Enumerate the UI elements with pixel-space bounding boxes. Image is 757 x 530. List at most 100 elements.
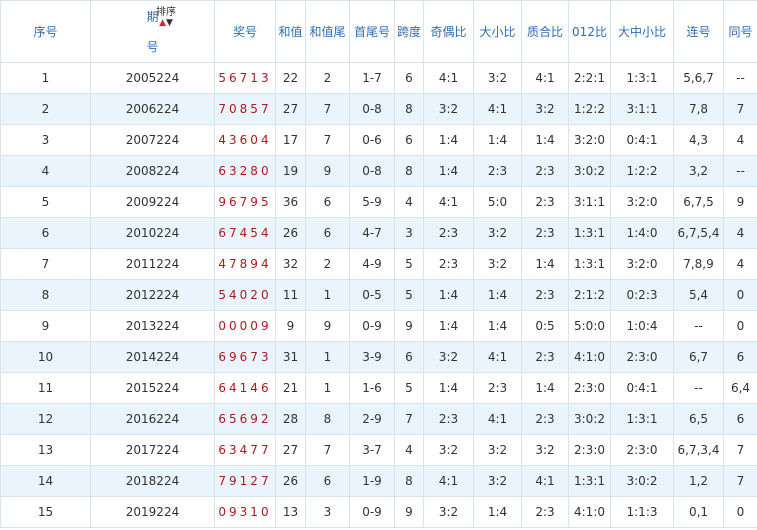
cell-sum-tail: 1 [305,372,350,404]
cell-span: 7 [394,403,424,435]
cell-award: 67454 [214,217,276,249]
cell-sum-tail: 1 [305,341,350,373]
cell-index: 10 [0,341,91,373]
cell-odd-even: 1:4 [423,372,474,404]
cell-mod012: 2:2:1 [568,62,611,94]
cell-award: 47894 [214,248,276,280]
cell-first-last: 3-7 [349,434,395,466]
cell-first-last: 5-9 [349,186,395,218]
cell-odd-even: 2:3 [423,403,474,435]
table-row: 9 2013224 00009 9 9 0-9 9 1:4 1:4 0:5 5:0:0 1:0:4 --… [0,310,757,342]
cell-mod012: 1:3:1 [568,248,611,280]
cell-mod012: 1:2:2 [568,93,611,125]
cell-big-small: 5:0 [473,186,522,218]
table-row: 14 2018224 79127 26 6 1-9 8 4:1 3:2 4:1 1:3:1 3:0:2… [0,465,757,497]
cell-same: 4 [723,248,757,280]
cell-prime-composite: 2:3 [521,186,569,218]
header-period-bottom: 号 [146,39,159,54]
header-sum: 和值 [275,0,306,63]
cell-consecutive: 6,5 [673,403,724,435]
cell-sum: 17 [275,124,306,156]
cell-big-mid-small: 0:4:1 [610,124,674,156]
cell-consecutive: 0,1 [673,496,724,528]
table-row: 7 2011224 47894 32 2 4-9 5 2:3 3:2 1:4 1:3:1 3:2:0 7… [0,248,757,280]
sort-descending-icon[interactable]: ▼ [166,18,173,28]
cell-index: 12 [0,403,91,435]
cell-period: 2012224 [90,279,215,311]
cell-first-last: 0-9 [349,496,395,528]
cell-first-last: 2-9 [349,403,395,435]
cell-award: 96795 [214,186,276,218]
cell-period: 2009224 [90,186,215,218]
cell-span: 6 [394,341,424,373]
cell-index: 13 [0,434,91,466]
cell-prime-composite: 2:3 [521,496,569,528]
table-row: 11 2015224 64146 21 1 1-6 5 1:4 2:3 1:4 2:3:0 0:4:1… [0,372,757,404]
cell-sum: 26 [275,217,306,249]
cell-sum: 32 [275,248,306,280]
cell-sum-tail: 2 [305,62,350,94]
cell-sum-tail: 9 [305,310,350,342]
cell-same: 0 [723,496,757,528]
cell-index: 5 [0,186,91,218]
cell-prime-composite: 1:4 [521,124,569,156]
cell-odd-even: 1:4 [423,124,474,156]
cell-sum: 26 [275,465,306,497]
cell-period: 2018224 [90,465,215,497]
cell-consecutive: -- [673,372,724,404]
cell-odd-even: 4:1 [423,465,474,497]
header-odd-even: 奇偶比 [423,0,474,63]
cell-span: 8 [394,465,424,497]
cell-same: -- [723,155,757,187]
cell-award: 79127 [214,465,276,497]
cell-consecutive: -- [673,310,724,342]
table-row: 3 2007224 43604 17 7 0-6 6 1:4 1:4 1:4 3:2:0 0:4:1 4… [0,124,757,156]
cell-index: 7 [0,248,91,280]
cell-span: 9 [394,310,424,342]
cell-odd-even: 1:4 [423,155,474,187]
cell-prime-composite: 1:4 [521,248,569,280]
sort-control[interactable]: 排序 ▲▼ [151,7,181,28]
cell-sum: 9 [275,310,306,342]
cell-big-small: 2:3 [473,372,522,404]
cell-same: 0 [723,310,757,342]
cell-award: 69673 [214,341,276,373]
table-row: 1 2005224 56713 22 2 1-7 6 4:1 3:2 4:1 2:2:1 1:3:1 5… [0,62,757,94]
cell-same: 6,4 [723,372,757,404]
cell-span: 8 [394,93,424,125]
cell-index: 15 [0,496,91,528]
cell-big-mid-small: 1:3:1 [610,403,674,435]
header-mod012: 012比 [568,0,611,63]
header-prime-composite: 质合比 [521,0,569,63]
cell-prime-composite: 4:1 [521,465,569,497]
cell-sum-tail: 7 [305,93,350,125]
cell-sum: 36 [275,186,306,218]
cell-index: 2 [0,93,91,125]
cell-big-small: 4:1 [473,341,522,373]
cell-consecutive: 6,7,5,4 [673,217,724,249]
cell-big-mid-small: 1:4:0 [610,217,674,249]
cell-big-small: 3:2 [473,465,522,497]
sort-ascending-icon[interactable]: ▲ [159,18,166,28]
cell-period: 2019224 [90,496,215,528]
table-body: 1 2005224 56713 22 2 1-7 6 4:1 3:2 4:1 2:2:1 1:3:1 5… [0,62,757,528]
cell-index: 1 [0,62,91,94]
cell-mod012: 3:0:2 [568,403,611,435]
cell-odd-even: 4:1 [423,186,474,218]
cell-same: 6 [723,341,757,373]
table-row: 13 2017224 63477 27 7 3-7 4 3:2 3:2 3:2 2:3:0 2:3:0… [0,434,757,466]
cell-sum-tail: 1 [305,279,350,311]
cell-first-last: 0-8 [349,93,395,125]
cell-period: 2006224 [90,93,215,125]
cell-period: 2016224 [90,403,215,435]
cell-prime-composite: 1:4 [521,372,569,404]
cell-prime-composite: 2:3 [521,341,569,373]
cell-award: 63280 [214,155,276,187]
cell-index: 6 [0,217,91,249]
cell-period: 2014224 [90,341,215,373]
cell-period: 2005224 [90,62,215,94]
cell-sum-tail: 3 [305,496,350,528]
cell-big-small: 3:2 [473,434,522,466]
cell-span: 6 [394,124,424,156]
cell-odd-even: 1:4 [423,279,474,311]
